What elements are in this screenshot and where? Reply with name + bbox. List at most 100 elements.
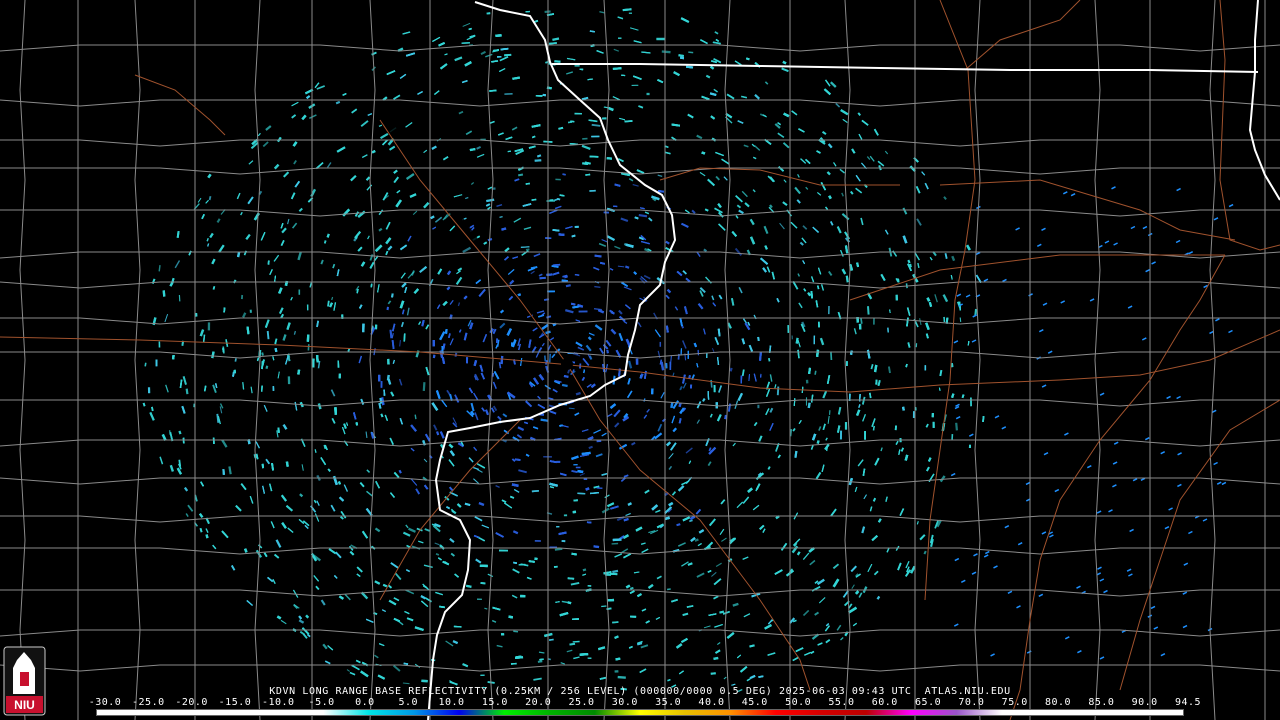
echo-streak bbox=[625, 265, 630, 269]
echo-streak bbox=[794, 450, 798, 458]
echo-streak bbox=[951, 393, 955, 399]
echo-streak bbox=[176, 230, 180, 238]
echo-streak bbox=[144, 362, 147, 367]
echo-streak bbox=[907, 259, 911, 264]
echo-streak bbox=[540, 418, 549, 422]
echo-streak bbox=[531, 489, 539, 493]
echo-streak bbox=[441, 346, 444, 355]
echo-streak bbox=[525, 182, 530, 185]
echo-streak bbox=[402, 682, 410, 685]
echo-streak bbox=[185, 388, 189, 395]
echo-streak bbox=[379, 397, 383, 404]
echo-streak bbox=[528, 560, 535, 563]
echo-streak bbox=[513, 561, 518, 564]
echo-streak bbox=[928, 301, 933, 307]
echo-streak bbox=[468, 27, 472, 31]
echo-streak bbox=[591, 123, 601, 127]
echo-streak bbox=[807, 402, 811, 409]
echo-streak bbox=[267, 260, 270, 265]
echo-streak bbox=[612, 569, 619, 574]
echo-streak bbox=[877, 380, 881, 387]
echo-streak bbox=[676, 523, 681, 527]
echo-streak bbox=[552, 229, 560, 232]
echo-streak bbox=[808, 367, 812, 375]
echo-streak bbox=[889, 309, 891, 313]
echo-streak bbox=[814, 370, 817, 375]
echo-streak bbox=[525, 248, 530, 251]
echo-streak bbox=[515, 656, 524, 659]
echo-streak bbox=[599, 261, 606, 265]
echo-streak bbox=[579, 652, 589, 656]
echo-streak bbox=[335, 100, 341, 105]
echo-streak bbox=[593, 545, 600, 549]
echo-streak bbox=[559, 194, 565, 197]
echo-streak bbox=[612, 538, 622, 542]
echo-streak bbox=[441, 357, 446, 365]
echo-streak bbox=[757, 336, 760, 341]
echo-streak bbox=[844, 245, 849, 254]
echo-streak bbox=[906, 317, 909, 327]
echo-streak bbox=[925, 333, 929, 339]
echo-streak bbox=[585, 173, 591, 176]
echo-streak bbox=[923, 550, 927, 555]
echo-streak bbox=[571, 470, 578, 473]
echo-streak bbox=[570, 302, 576, 306]
echo-streak bbox=[549, 638, 554, 641]
echo-streak bbox=[261, 463, 265, 469]
echo-streak bbox=[951, 255, 956, 262]
echo-streak bbox=[748, 373, 750, 382]
echo-streak bbox=[670, 402, 674, 408]
echo-streak bbox=[717, 328, 721, 337]
echo-streak bbox=[793, 398, 796, 406]
echo-streak bbox=[904, 454, 909, 461]
echo-streak bbox=[574, 273, 580, 276]
echo-streak bbox=[562, 173, 566, 176]
echo-streak bbox=[671, 123, 681, 127]
echo-streak bbox=[845, 275, 849, 283]
echo-streak bbox=[572, 305, 580, 309]
echo-streak bbox=[558, 126, 564, 130]
echo-streak bbox=[500, 47, 509, 51]
echo-streak bbox=[414, 414, 417, 420]
echo-streak bbox=[612, 67, 622, 70]
echo-streak bbox=[828, 195, 832, 200]
echo-streak bbox=[202, 334, 206, 343]
echo-streak bbox=[500, 355, 504, 365]
echo-streak bbox=[590, 492, 599, 495]
echo-streak bbox=[222, 348, 225, 353]
echo-streak bbox=[266, 330, 270, 340]
echo-streak bbox=[559, 424, 563, 427]
echo-streak bbox=[693, 342, 698, 348]
echo-streak bbox=[539, 276, 546, 280]
echo-streak bbox=[274, 347, 278, 353]
echo-streak bbox=[421, 319, 425, 327]
echo-streak bbox=[565, 284, 571, 288]
echo-streak bbox=[549, 460, 557, 464]
echo-streak bbox=[327, 300, 330, 307]
echo-streak bbox=[594, 254, 602, 258]
echo-streak bbox=[943, 316, 946, 323]
echo-streak bbox=[902, 406, 905, 411]
echo-streak bbox=[797, 349, 800, 359]
radar-map[interactable] bbox=[0, 0, 1280, 720]
echo-streak bbox=[561, 383, 568, 388]
echo-streak bbox=[158, 265, 161, 272]
echo-streak bbox=[584, 161, 591, 165]
echo-streak bbox=[982, 416, 985, 422]
echo-streak bbox=[549, 486, 554, 489]
echo-streak bbox=[398, 469, 402, 474]
echo-streak bbox=[513, 630, 519, 633]
echo-streak bbox=[534, 557, 538, 561]
echo-streak bbox=[442, 343, 446, 350]
echo-streak bbox=[741, 369, 745, 377]
echo-streak bbox=[905, 363, 908, 368]
echo-streak bbox=[501, 227, 507, 231]
echo-streak bbox=[539, 658, 544, 661]
echo-streak bbox=[724, 414, 728, 420]
echo-streak bbox=[378, 402, 382, 409]
echo-streak bbox=[432, 354, 436, 359]
echo-streak bbox=[587, 336, 592, 341]
echo-streak bbox=[571, 552, 577, 556]
echo-streak bbox=[316, 320, 320, 328]
echo-streak bbox=[601, 605, 607, 608]
